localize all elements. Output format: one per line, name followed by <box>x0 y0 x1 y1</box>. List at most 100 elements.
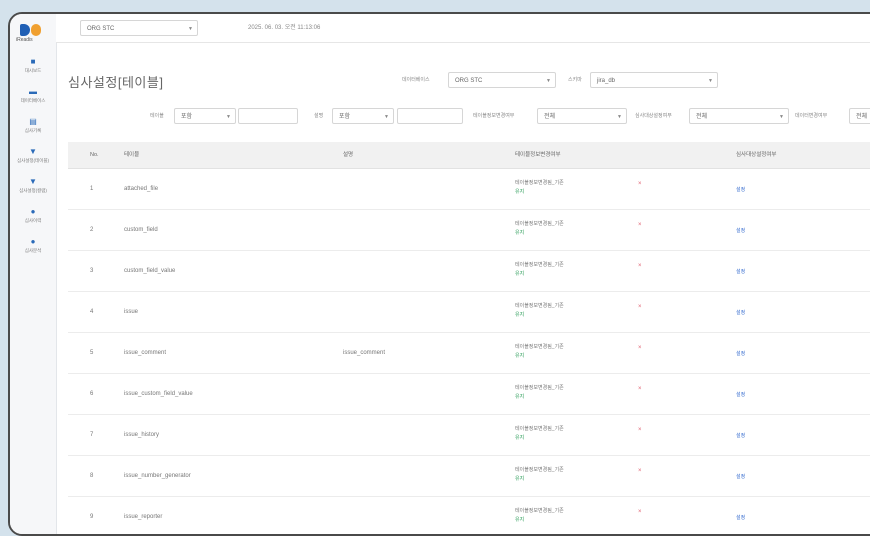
table-info-status: 테이블정보변경됨_기존 유지 <box>515 302 564 320</box>
audit-setting-link[interactable]: 설정 <box>736 473 745 480</box>
chevron-down-icon: ▼ <box>546 78 551 84</box>
top-bar: ORG STC ▼ 2025. 06. 03. 오전 11:13:06 <box>56 14 870 43</box>
audit-setting-link[interactable]: 설정 <box>736 227 745 234</box>
table-row[interactable]: 3 custom_field_value 테이블정보변경됨_기존 유지 × 설정 <box>68 251 870 292</box>
close-icon[interactable]: × <box>638 427 642 433</box>
description-filter-select[interactable]: 포함 ▼ <box>332 108 394 124</box>
data-change-filter-select[interactable]: 전체 <box>849 108 870 124</box>
sidebar-item-label: 심사기록 <box>24 128 42 133</box>
sidebar-item-6[interactable]: ● 심사분석 <box>10 238 56 254</box>
database-filter-select[interactable]: ORG STC ▼ <box>448 72 556 88</box>
sidebar-item-label: 대시보드 <box>24 68 42 73</box>
user-icon: ● <box>30 237 36 246</box>
table-info-status: 테이블정보변경됨_기존 유지 <box>515 261 564 279</box>
audit-setting-link[interactable]: 설정 <box>736 391 745 398</box>
schema-filter-label: 스키마 <box>568 77 582 83</box>
table-filter-value: 포함 <box>181 114 193 120</box>
table-name[interactable]: custom_field_value <box>124 268 175 274</box>
table-info-status: 테이블정보변경됨_기존 유지 <box>515 220 564 238</box>
table-name[interactable]: issue_number_generator <box>124 473 191 479</box>
table-row[interactable]: 9 issue_reporter 테이블정보변경됨_기존 유지 × 설정 <box>68 497 870 534</box>
chevron-down-icon: ▼ <box>617 114 622 120</box>
table-row[interactable]: 8 issue_number_generator 테이블정보변경됨_기존 유지 × 설정 <box>68 456 870 497</box>
close-icon[interactable]: × <box>638 263 642 269</box>
table-name[interactable]: issue_reporter <box>124 514 162 520</box>
sidebar-item-5[interactable]: ● 심사이력 <box>10 208 56 224</box>
table-filter-label: 테이블 <box>150 113 164 119</box>
table-info-status: 테이블정보변경됨_기존 유지 <box>515 179 564 197</box>
audit-target-filter-select[interactable]: 전체 ▼ <box>689 108 789 124</box>
table-row[interactable]: 6 issue_custom_field_value 테이블정보변경됨_기존 유지 × 설… <box>68 374 870 415</box>
column-header-table[interactable]: 테이블 <box>124 142 139 168</box>
settings-icon: ▼ <box>29 147 37 156</box>
chevron-down-icon: ▼ <box>708 78 713 84</box>
close-icon[interactable]: × <box>638 181 642 187</box>
sidebar: iReadis ■ 대시보드 ▬ 데이터베이스 ▤ 심사기록 ▼ 심사설정(테이블) ▼ 심사설정… <box>10 14 57 534</box>
settings-icon: ▼ <box>29 177 37 186</box>
column-header-audit-target[interactable]: 심사대상설정여부 <box>736 142 776 168</box>
table-info-status: 테이블정보변경됨_기존 유지 <box>515 343 564 361</box>
status-badge: 유지 <box>515 230 525 236</box>
close-icon[interactable]: × <box>638 222 642 228</box>
close-icon[interactable]: × <box>638 345 642 351</box>
status-badge: 유지 <box>515 435 525 441</box>
description-filter-input[interactable] <box>397 108 463 124</box>
table-info-change-filter-value: 전체 <box>544 114 556 120</box>
database-select[interactable]: ORG STC ▼ <box>80 20 198 36</box>
status-text: 테이블정보변경됨_기존 <box>515 262 564 268</box>
column-header-table-info-change[interactable]: 테이블정보변경여부 <box>515 142 561 168</box>
logo-mark <box>31 24 41 36</box>
sidebar-item-1[interactable]: ▬ 데이터베이스 <box>10 88 56 104</box>
table-info-status: 테이블정보변경됨_기존 유지 <box>515 466 564 484</box>
column-header-description[interactable]: 설명 <box>343 142 353 168</box>
database-filter-value: ORG STC <box>455 78 483 84</box>
audit-setting-link[interactable]: 설정 <box>736 432 745 439</box>
sidebar-item-2[interactable]: ▤ 심사기록 <box>10 118 56 134</box>
audit-setting-link[interactable]: 설정 <box>736 514 745 521</box>
database-filter-label: 데이터베이스 <box>402 77 430 83</box>
current-datetime: 2025. 06. 03. 오전 11:13:06 <box>248 25 321 31</box>
table-header: No. 테이블 설명 테이블정보변경여부 심사대상설정여부 <box>68 142 870 169</box>
table-row[interactable]: 4 issue 테이블정보변경됨_기존 유지 × 설정 <box>68 292 870 333</box>
status-text: 테이블정보변경됨_기존 <box>515 426 564 432</box>
table-row[interactable]: 2 custom_field 테이블정보변경됨_기존 유지 × 설정 <box>68 210 870 251</box>
audit-setting-link[interactable]: 설정 <box>736 309 745 316</box>
audit-setting-link[interactable]: 설정 <box>736 268 745 275</box>
close-icon[interactable]: × <box>638 509 642 515</box>
data-change-filter-value: 전체 <box>856 114 868 120</box>
row-number: 5 <box>90 350 94 356</box>
table-filter-input[interactable] <box>238 108 298 124</box>
sidebar-item-label: 심사설정(테이블) <box>17 158 49 163</box>
close-icon[interactable]: × <box>638 386 642 392</box>
status-badge: 유지 <box>515 353 525 359</box>
table-info-change-filter-select[interactable]: 전체 ▼ <box>537 108 627 124</box>
table-description: issue_comment <box>343 350 386 356</box>
table-row[interactable]: 1 attached_file 테이블정보변경됨_기존 유지 × 설정 <box>68 169 870 210</box>
folder-icon: ▬ <box>29 87 37 96</box>
page-title: 심사설정[테이블] <box>68 75 164 90</box>
column-header-no[interactable]: No. <box>90 142 99 168</box>
table-name[interactable]: issue_custom_field_value <box>124 391 193 397</box>
schema-filter-select[interactable]: jira_db ▼ <box>590 72 718 88</box>
table-filter-select[interactable]: 포함 ▼ <box>174 108 236 124</box>
logo-text: iReadis <box>16 37 33 43</box>
table-name[interactable]: issue <box>124 309 138 315</box>
table-name[interactable]: custom_field <box>124 227 158 233</box>
table-row[interactable]: 7 issue_history 테이블정보변경됨_기존 유지 × 설정 <box>68 415 870 456</box>
close-icon[interactable]: × <box>638 468 642 474</box>
chevron-down-icon: ▼ <box>384 114 389 120</box>
audit-setting-link[interactable]: 설정 <box>736 350 745 357</box>
sidebar-item-0[interactable]: ■ 대시보드 <box>10 58 56 74</box>
table-row[interactable]: 5 issue_comment issue_comment 테이블정보변경됨_기존 유지… <box>68 333 870 374</box>
sidebar-item-4[interactable]: ▼ 심사설정(컬럼) <box>10 178 56 194</box>
sidebar-item-3[interactable]: ▼ 심사설정(테이블) <box>10 148 56 164</box>
close-icon[interactable]: × <box>638 304 642 310</box>
table-name[interactable]: issue_history <box>124 432 159 438</box>
logo[interactable]: iReadis <box>16 22 48 44</box>
status-text: 테이블정보변경됨_기존 <box>515 303 564 309</box>
audit-setting-link[interactable]: 설정 <box>736 186 745 193</box>
table-info-status: 테이블정보변경됨_기존 유지 <box>515 384 564 402</box>
table-name[interactable]: attached_file <box>124 186 158 192</box>
table-name[interactable]: issue_comment <box>124 350 166 356</box>
row-number: 8 <box>90 473 94 479</box>
